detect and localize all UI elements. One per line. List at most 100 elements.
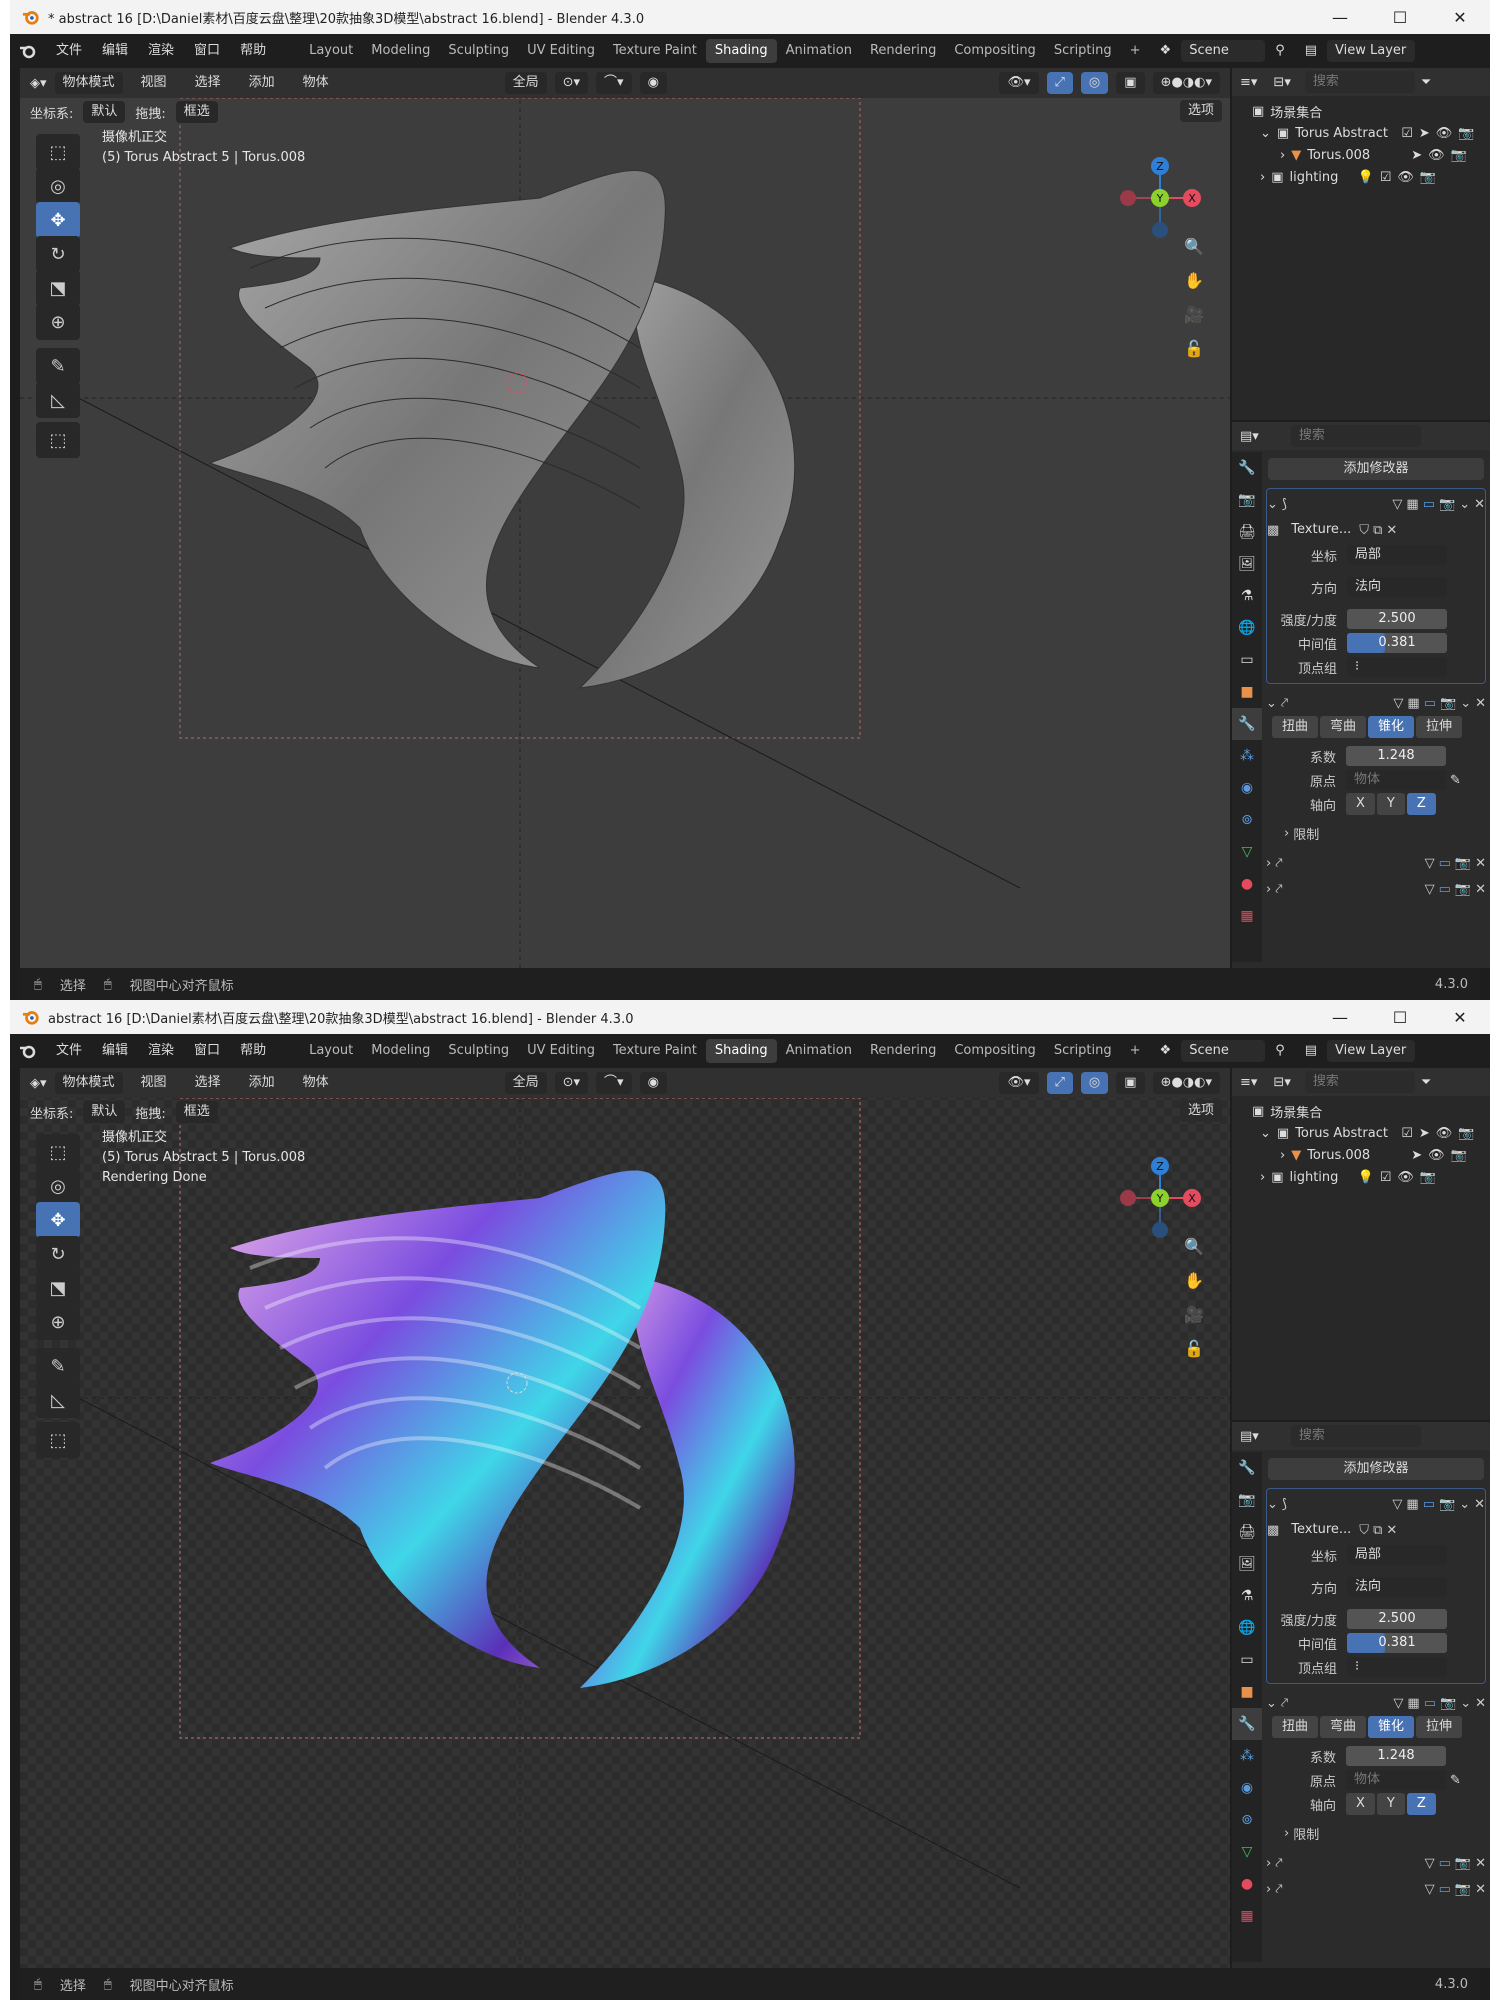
eyedropper-icon[interactable]: ✎ <box>1450 773 1461 788</box>
checkbox-icon[interactable]: ☑ <box>1401 126 1413 141</box>
data-tab-icon[interactable]: ▽ <box>1232 836 1262 868</box>
proportional-icon[interactable]: ◉ <box>639 1072 667 1094</box>
tab-uv-editing[interactable]: UV Editing <box>518 39 604 63</box>
add-workspace-button[interactable]: + <box>1121 39 1150 63</box>
chevron-right-icon[interactable]: › <box>1266 882 1271 897</box>
display-mode-icon[interactable]: ≡▾ <box>1240 1075 1257 1090</box>
viewport-icon[interactable]: ▭ <box>1439 882 1451 897</box>
lock-icon[interactable]: 🔓 <box>1180 334 1208 362</box>
viewport-icon[interactable]: ▭ <box>1424 1696 1436 1711</box>
render-icon[interactable]: 📷 <box>1440 1696 1456 1711</box>
pan-hand-icon[interactable]: ✋ <box>1180 1266 1208 1294</box>
eye-icon[interactable]: 👁 <box>1428 148 1445 163</box>
particles-tab-icon[interactable]: ⁂ <box>1232 1740 1262 1772</box>
origin-input[interactable]: 物体 <box>1346 1770 1446 1790</box>
rotate-tool[interactable]: ↻ <box>36 236 80 272</box>
mode-taper-button[interactable]: 锥化 <box>1368 716 1415 738</box>
tab-scripting[interactable]: Scripting <box>1045 39 1121 63</box>
menu-window[interactable]: 窗口 <box>184 34 230 68</box>
scale-tool[interactable]: ⬔ <box>36 1270 80 1306</box>
menu-file[interactable]: 文件 <box>46 1034 92 1068</box>
chevron-right-icon[interactable]: › <box>1280 1148 1285 1163</box>
viewport-icon[interactable]: ▭ <box>1423 1497 1435 1512</box>
select-box-tool[interactable]: ⬚ <box>36 1134 80 1170</box>
render-icon[interactable]: 📷 <box>1439 1497 1455 1512</box>
add-modifier-button[interactable]: 添加修改器 <box>1268 458 1484 480</box>
funnel-icon[interactable]: ⏷ <box>1421 1075 1431 1090</box>
chevron-right-icon[interactable]: › <box>1266 1882 1271 1897</box>
dropdown-icon[interactable]: ⌄ <box>1459 1497 1470 1512</box>
mesh-filter-icon[interactable]: ▽ <box>1392 1497 1402 1512</box>
modifier-tab-icon[interactable]: 🔧 <box>1232 708 1262 740</box>
shield-icon[interactable]: ⛉ <box>1359 1523 1369 1538</box>
dropdown-icon[interactable]: ⌄ <box>1460 696 1471 711</box>
outliner-item-torus-008[interactable]: › ▼ Torus.008 ➤ 👁 📷 <box>1232 1144 1490 1166</box>
snap-icon[interactable]: ⌒▾ <box>596 1072 632 1094</box>
tab-layout[interactable]: Layout <box>300 1039 362 1063</box>
viewport-icon[interactable]: ▭ <box>1439 1856 1451 1871</box>
add-workspace-button[interactable]: + <box>1121 1039 1150 1063</box>
layers-icon[interactable]: ▤ <box>1295 34 1327 68</box>
camera-icon[interactable]: 📷 <box>1451 1148 1467 1163</box>
viewport-icon[interactable]: ▭ <box>1423 497 1435 512</box>
overlay-toggle-icon[interactable]: ◎ <box>1080 72 1109 94</box>
constraints-tab-icon[interactable]: ⊚ <box>1232 1804 1262 1836</box>
editor-type-icon[interactable]: ◈▾ <box>30 1076 47 1091</box>
dropdown-icon[interactable]: ⌄ <box>1460 1696 1471 1711</box>
transform-orientation[interactable]: 全局 <box>504 72 547 94</box>
texture-selector[interactable]: Texture... <box>1283 1519 1356 1541</box>
mesh-filter-icon[interactable]: ▽ <box>1425 1882 1435 1897</box>
cursor-tool[interactable]: ◎ <box>36 168 80 204</box>
outliner-item-lighting[interactable]: › ▣ lighting 💡 ☑ 👁 📷 <box>1232 166 1490 188</box>
view-layer-selector[interactable]: View Layer <box>1327 1040 1416 1062</box>
mesh-filter-icon[interactable]: ▽ <box>1425 856 1435 871</box>
editor-type-icon[interactable]: ▤▾ <box>1240 429 1259 444</box>
tab-layout[interactable]: Layout <box>300 39 362 63</box>
gizmo-toggle-icon[interactable]: ⤢ <box>1046 72 1073 94</box>
close-button[interactable]: ✕ <box>1430 1000 1490 1034</box>
menu-help[interactable]: 帮助 <box>230 1034 276 1068</box>
menu-select[interactable]: 选择 <box>185 68 231 100</box>
visibility-icon[interactable]: 👁▾ <box>999 1072 1039 1094</box>
move-tool[interactable]: ✥ <box>36 202 80 238</box>
menu-view[interactable]: 视图 <box>131 1068 177 1100</box>
tab-animation[interactable]: Animation <box>777 1039 861 1063</box>
strength-input[interactable]: 2.500 <box>1347 609 1447 629</box>
tab-compositing[interactable]: Compositing <box>945 39 1045 63</box>
maximize-button[interactable]: ☐ <box>1370 1000 1430 1034</box>
tab-modeling[interactable]: Modeling <box>362 39 439 63</box>
scene-icon[interactable]: ❖ <box>1150 1034 1182 1068</box>
duplicate-icon[interactable]: ⧉ <box>1373 523 1382 538</box>
tab-rendering[interactable]: Rendering <box>861 1039 945 1063</box>
rotate-tool[interactable]: ↻ <box>36 1236 80 1272</box>
gizmo-neg-x-axis[interactable] <box>1120 190 1136 206</box>
camera-view-icon[interactable]: 🎥 <box>1180 1300 1208 1328</box>
eye-icon[interactable]: 👁 <box>1436 1126 1453 1141</box>
snap-icon[interactable]: ⌒▾ <box>596 72 632 94</box>
tool-tab-icon[interactable]: 🔧 <box>1232 1452 1262 1484</box>
camera-icon[interactable]: 📷 <box>1458 126 1474 141</box>
mode-bend-button[interactable]: 弯曲 <box>1320 716 1367 738</box>
viewport-icon[interactable]: ▭ <box>1439 1882 1451 1897</box>
display-mode-icon[interactable]: ≡▾ <box>1240 75 1257 90</box>
data-tab-icon[interactable]: ▽ <box>1232 1836 1262 1868</box>
shading-modes-icon[interactable]: ⊕●◑◐▾ <box>1152 72 1220 94</box>
texture-selector[interactable]: Texture... <box>1283 519 1356 541</box>
blender-menu-icon[interactable] <box>10 41 46 61</box>
scene-selector[interactable]: Scene <box>1181 40 1266 62</box>
add-cube-tool[interactable]: ⬚ <box>36 1422 80 1458</box>
world-tab-icon[interactable]: 🌐 <box>1232 1612 1262 1644</box>
pivot-icon[interactable]: ⊙▾ <box>554 72 589 94</box>
select-arrow-icon[interactable]: ➤ <box>1419 126 1430 141</box>
mode-selector[interactable]: 物体模式 <box>54 72 123 94</box>
camera-icon[interactable]: 📷 <box>1451 148 1467 163</box>
mesh-filter-icon[interactable]: ▽ <box>1393 696 1403 711</box>
editmode-icon[interactable]: ▦ <box>1407 696 1419 711</box>
tab-shading[interactable]: Shading <box>705 39 777 63</box>
transform-tool[interactable]: ⊕ <box>36 1304 80 1340</box>
torus-abstract-model[interactable] <box>20 1068 1230 1968</box>
3d-viewport[interactable]: ◈▾ 物体模式 视图 选择 添加 物体 全局 ⊙▾ ⌒▾ ◉ 👁▾ ⤢ ◎ ▣ … <box>20 1068 1230 1968</box>
coord-selector[interactable]: 默认 <box>83 1101 126 1123</box>
particles-tab-icon[interactable]: ⁂ <box>1232 740 1262 772</box>
minimize-button[interactable]: — <box>1310 0 1370 34</box>
